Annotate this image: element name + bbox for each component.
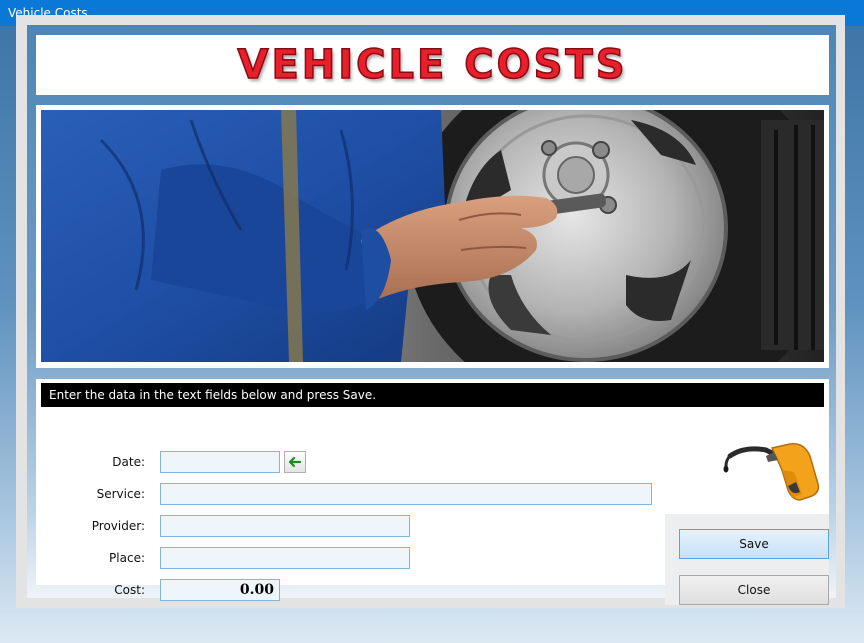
instruction-text: Enter the data in the text fields below … bbox=[49, 388, 377, 402]
vehicle-costs-window: Vehicle Costs VEHICLE COSTS Enter the da… bbox=[0, 0, 864, 643]
date-label: Date: bbox=[112, 455, 145, 469]
mechanic-wheel-photo bbox=[41, 110, 824, 362]
place-field[interactable] bbox=[160, 547, 410, 569]
close-button[interactable]: Close bbox=[679, 575, 829, 605]
provider-label: Provider: bbox=[91, 519, 145, 533]
arrow-left-icon bbox=[288, 456, 302, 468]
photo-frame bbox=[36, 105, 829, 368]
banner: VEHICLE COSTS bbox=[36, 35, 829, 95]
save-button[interactable]: Save bbox=[679, 529, 829, 559]
date-field[interactable] bbox=[160, 451, 280, 473]
place-label: Place: bbox=[109, 551, 145, 565]
provider-field[interactable] bbox=[160, 515, 410, 537]
instruction-bar: Enter the data in the text fields below … bbox=[41, 383, 824, 407]
cost-field[interactable] bbox=[160, 579, 280, 601]
service-label: Service: bbox=[96, 487, 145, 501]
date-picker-button[interactable] bbox=[284, 451, 306, 473]
banner-title: VEHICLE COSTS bbox=[237, 41, 628, 89]
cost-label: Cost: bbox=[114, 583, 145, 597]
fuel-nozzle-icon bbox=[722, 442, 826, 504]
service-field[interactable] bbox=[160, 483, 652, 505]
